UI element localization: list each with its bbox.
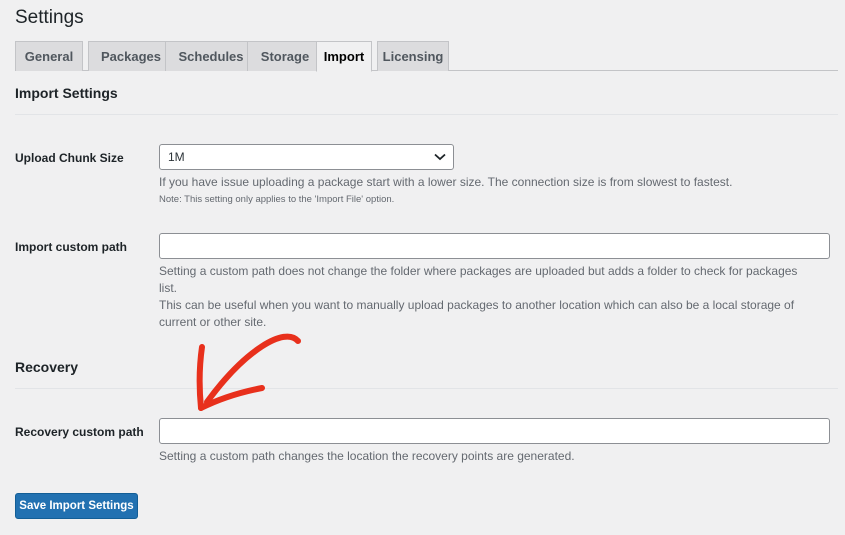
- tab-general[interactable]: General: [15, 41, 83, 71]
- tab-storage[interactable]: Storage: [247, 41, 323, 71]
- upload-chunk-size-value: 1M: [168, 150, 185, 164]
- import-settings-heading: Import Settings: [15, 85, 118, 101]
- tab-import[interactable]: Import: [316, 41, 372, 72]
- tab-packages[interactable]: Packages: [88, 41, 174, 71]
- recovery-custom-path-label: Recovery custom path: [15, 425, 144, 439]
- annotation-arrow-icon: [196, 333, 301, 411]
- chevron-down-icon: [434, 153, 446, 161]
- tab-schedules[interactable]: Schedules: [165, 41, 257, 71]
- import-custom-path-description-4: current or other site.: [159, 315, 267, 329]
- upload-chunk-size-note: Note: This setting only applies to the '…: [159, 194, 395, 205]
- section-divider: [15, 114, 838, 115]
- tab-licensing[interactable]: Licensing: [377, 41, 449, 71]
- section-divider: [15, 388, 838, 389]
- upload-chunk-size-description: If you have issue uploading a package st…: [159, 175, 733, 189]
- settings-tabs: General Packages Schedules Storage Impor…: [15, 41, 838, 72]
- recovery-custom-path-input[interactable]: [159, 418, 830, 444]
- recovery-custom-path-description: Setting a custom path changes the locati…: [159, 449, 575, 463]
- recovery-heading: Recovery: [15, 359, 79, 375]
- import-custom-path-description-3: This can be useful when you want to manu…: [159, 298, 795, 312]
- page-title: Settings: [15, 7, 84, 28]
- import-custom-path-description-1: Setting a custom path does not change th…: [159, 264, 798, 278]
- upload-chunk-size-select[interactable]: 1M: [159, 144, 454, 170]
- upload-chunk-size-label: Upload Chunk Size: [15, 151, 124, 165]
- import-custom-path-description-2: list.: [159, 281, 177, 295]
- import-custom-path-input[interactable]: [159, 233, 830, 259]
- import-custom-path-label: Import custom path: [15, 240, 128, 254]
- save-import-settings-button[interactable]: Save Import Settings: [15, 493, 138, 519]
